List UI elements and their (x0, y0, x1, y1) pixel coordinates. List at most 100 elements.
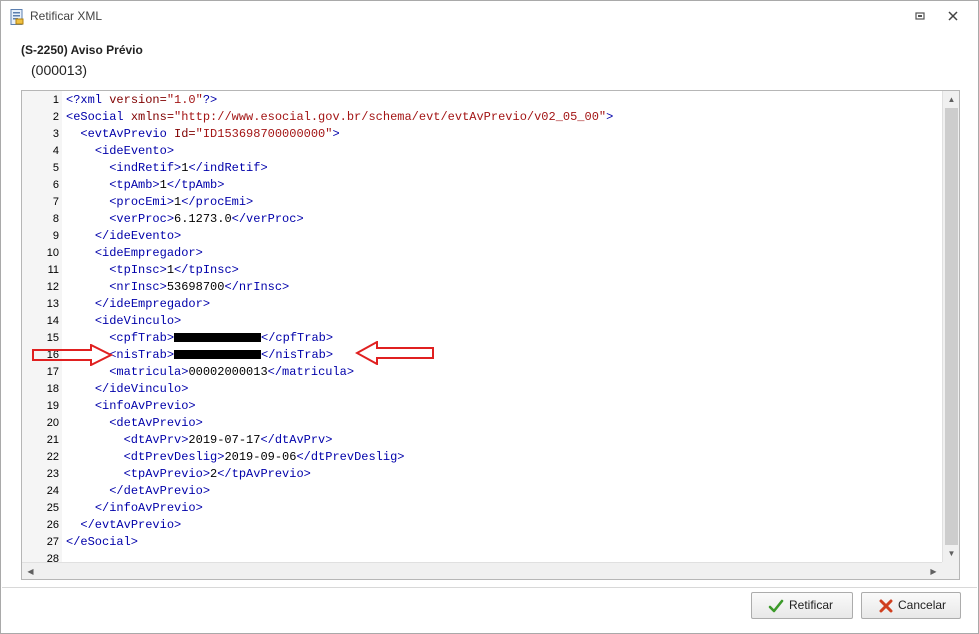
code-line[interactable]: 3 <evtAvPrevio Id="ID153698700000000"> (22, 126, 942, 143)
code-line[interactable]: 23 <tpAvPrevio>2</tpAvPrevio> (22, 466, 942, 483)
code-area[interactable]: 1 <?xml version="1.0"?> 2 <eSocial xmlns="h… (22, 91, 942, 565)
line-text: <ideEvento> (94, 144, 175, 158)
code-line[interactable]: 27 </eSocial> (22, 534, 942, 551)
line-text: <tpAmb>1</tpAmb> (109, 178, 225, 192)
title-bar[interactable]: Retificar XML (1, 1, 978, 33)
code-line[interactable]: 15 <cpfTrab> </cpfTrab> (22, 330, 942, 347)
xml-editor[interactable]: 1 <?xml version="1.0"?> 2 <eSocial xmlns="h… (21, 90, 960, 580)
line-text: <detAvPrevio> (109, 416, 203, 430)
retificar-button[interactable]: Retificar (751, 592, 853, 619)
vertical-scroll-thumb[interactable] (945, 108, 958, 545)
line-number: 24 (46, 485, 59, 497)
close-icon[interactable] (946, 9, 960, 23)
line-number: 9 (52, 230, 59, 242)
line-number: 18 (46, 383, 59, 395)
line-number: 5 (52, 162, 59, 174)
line-text: <verProc>6.1273.0</verProc> (109, 212, 304, 226)
code-line[interactable]: 1 <?xml version="1.0"?> (22, 92, 942, 109)
line-text: <ideEmpregador> (94, 246, 203, 260)
code-line[interactable]: 4 <ideEvento> (22, 143, 942, 160)
line-number: 4 (52, 145, 59, 157)
line-number: 17 (46, 366, 59, 378)
line-number: 13 (46, 298, 59, 310)
line-text: <procEmi>1</procEmi> (109, 195, 254, 209)
horizontal-scrollbar[interactable]: ◀ ▶ (22, 562, 942, 579)
line-text: </evtAvPrevio> (80, 518, 182, 532)
redacted-value (174, 333, 262, 343)
line-number: 8 (52, 213, 59, 225)
line-text: <dtAvPrv>2019-07-17</dtAvPrv> (123, 433, 333, 447)
line-number: 14 (46, 315, 59, 327)
line-text: <ideVinculo> (94, 314, 182, 328)
code-line[interactable]: 20 <detAvPrevio> (22, 415, 942, 432)
code-line[interactable]: 8 <verProc>6.1273.0</verProc> (22, 211, 942, 228)
x-icon (879, 599, 893, 613)
code-line[interactable]: 24 </detAvPrevio> (22, 483, 942, 500)
scroll-left-arrow-icon[interactable]: ◀ (22, 563, 39, 579)
line-text: </ideEmpregador> (94, 297, 211, 311)
right-pointing-arrow-icon (32, 344, 113, 366)
code-line[interactable]: 11 <tpInsc>1</tpInsc> (22, 262, 942, 279)
code-line[interactable]: 5 <indRetif>1</indRetif> (22, 160, 942, 177)
code-line[interactable]: 2 <eSocial xmlns="http://www.esocial.gov.… (22, 109, 942, 126)
code-line[interactable]: 7 <procEmi>1</procEmi> (22, 194, 942, 211)
redacted-value (174, 350, 262, 360)
code-line[interactable]: 6 <tpAmb>1</tpAmb> (22, 177, 942, 194)
line-text: </infoAvPrevio> (94, 501, 203, 515)
code-line[interactable]: 14 <ideVinculo> (22, 313, 942, 330)
line-text: <evtAvPrevio Id="ID153698700000000"> (80, 127, 340, 141)
code-line[interactable]: 26 </evtAvPrevio> (22, 517, 942, 534)
line-number: 26 (46, 519, 59, 531)
line-number: 3 (52, 128, 59, 140)
retificar-button-label: Retificar (789, 598, 834, 612)
vertical-scrollbar[interactable]: ▲ ▼ (942, 91, 959, 562)
code-line[interactable]: 25 </infoAvPrevio> (22, 500, 942, 517)
restore-icon[interactable] (913, 9, 927, 23)
code-line[interactable]: 12 <nrInsc>53698700</nrInsc> (22, 279, 942, 296)
line-number: 1 (52, 94, 59, 106)
line-text: <indRetif>1</indRetif> (109, 161, 268, 175)
line-text: <?xml version="1.0"?> (66, 93, 218, 107)
code-line[interactable]: 21 <dtAvPrv>2019-07-17</dtAvPrv> (22, 432, 942, 449)
cancelar-button[interactable]: Cancelar (861, 592, 961, 619)
line-number: 10 (46, 247, 59, 259)
line-number: 25 (46, 502, 59, 514)
scroll-right-arrow-icon[interactable]: ▶ (925, 563, 942, 579)
footer-divider (2, 587, 977, 588)
line-text: <tpInsc>1</tpInsc> (109, 263, 239, 277)
xml-document-icon (10, 9, 24, 25)
scroll-up-arrow-icon[interactable]: ▲ (943, 91, 959, 108)
line-text: <tpAvPrevio>2</tpAvPrevio> (123, 467, 311, 481)
line-number: 27 (46, 536, 59, 548)
line-number: 23 (46, 468, 59, 480)
line-text: </detAvPrevio> (109, 484, 211, 498)
line-number: 6 (52, 179, 59, 191)
line-number: 20 (46, 417, 59, 429)
line-number: 22 (46, 451, 59, 463)
line-text: <dtPrevDeslig>2019-09-06</dtPrevDeslig> (123, 450, 405, 464)
code-line[interactable]: 13 </ideEmpregador> (22, 296, 942, 313)
line-number: 7 (52, 196, 59, 208)
code-line[interactable]: 19 <infoAvPrevio> (22, 398, 942, 415)
line-text: <eSocial xmlns="http://www.esocial.gov.b… (66, 110, 614, 124)
line-text: </eSocial> (66, 535, 139, 549)
window-title: Retificar XML (30, 9, 103, 23)
scroll-down-arrow-icon[interactable]: ▼ (943, 545, 959, 562)
line-text: <nrInsc>53698700</nrInsc> (109, 280, 290, 294)
code-line[interactable]: 22 <dtPrevDeslig>2019-09-06</dtPrevDesli… (22, 449, 942, 466)
line-text: <infoAvPrevio> (94, 399, 196, 413)
line-text: </ideEvento> (94, 229, 182, 243)
code-line[interactable]: 16 <nisTrab> </nisTrab> (22, 347, 942, 364)
line-number: 11 (47, 264, 59, 276)
line-number: 2 (52, 111, 59, 123)
code-line[interactable]: 18 </ideVinculo> (22, 381, 942, 398)
event-title: (S-2250) Aviso Prévio (21, 43, 143, 57)
line-text: </ideVinculo> (94, 382, 189, 396)
line-number: 12 (46, 281, 59, 293)
retificar-xml-dialog: Retificar XML (S-2250) Aviso Prévio (000… (0, 0, 979, 634)
cancelar-button-label: Cancelar (898, 598, 947, 612)
code-line[interactable]: 10 <ideEmpregador> (22, 245, 942, 262)
left-pointing-arrow-icon (355, 341, 434, 365)
code-line[interactable]: 9 </ideEvento> (22, 228, 942, 245)
code-line[interactable]: 17 <matricula>00002000013</matricula> (22, 364, 942, 381)
